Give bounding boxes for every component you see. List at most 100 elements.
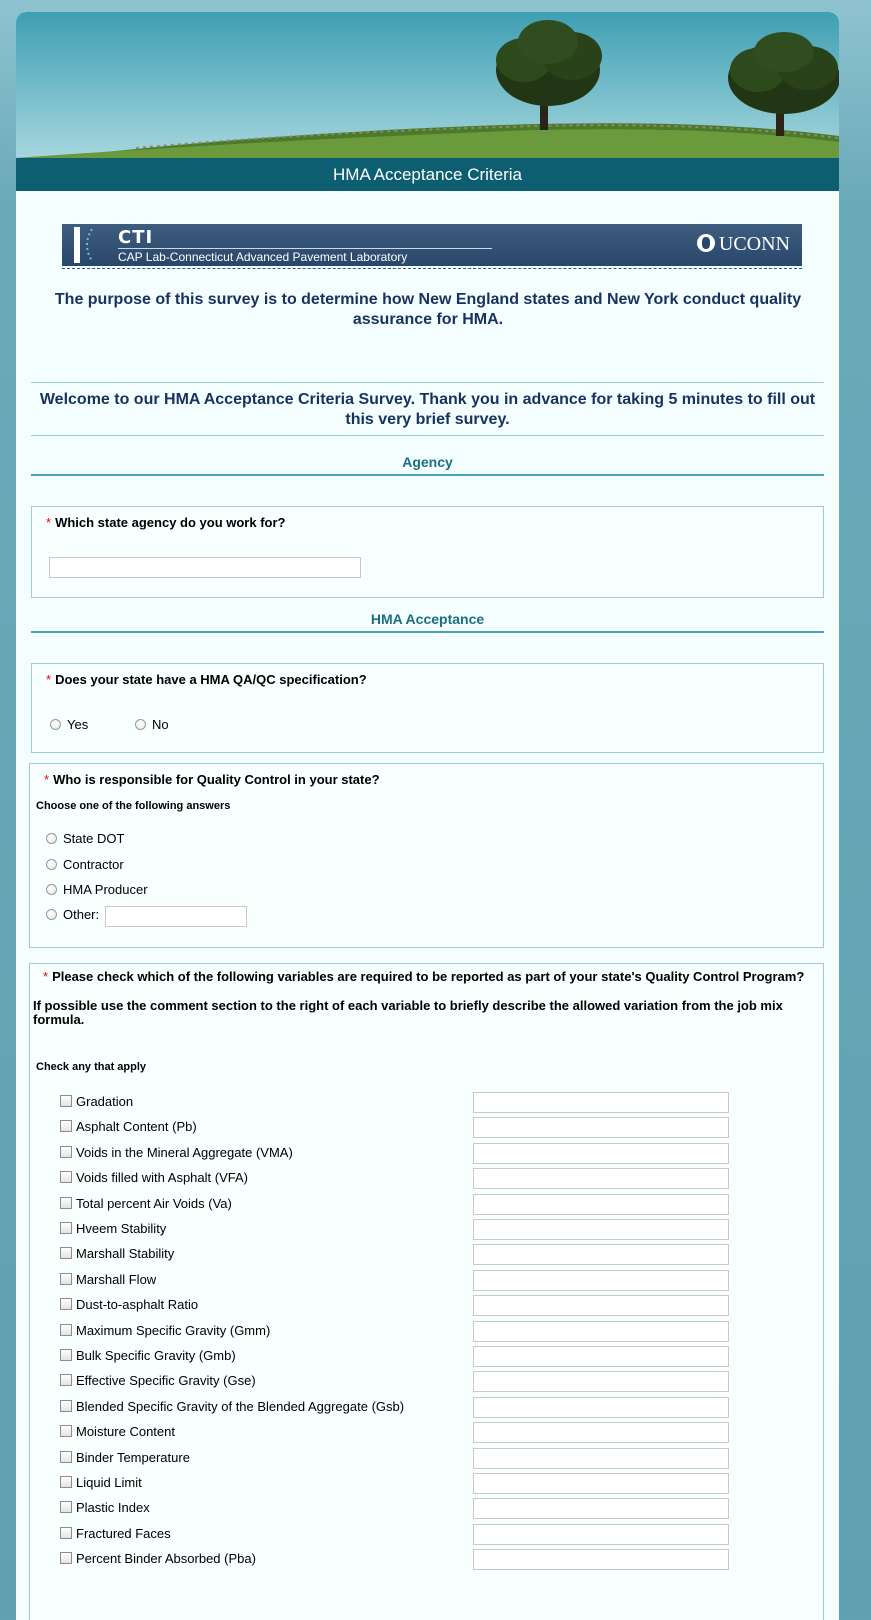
checkbox-icon[interactable] bbox=[60, 1526, 72, 1539]
checkbox-icon[interactable] bbox=[60, 1425, 72, 1438]
variable-comment-input[interactable] bbox=[473, 1142, 729, 1164]
checkbox-icon[interactable] bbox=[60, 1095, 72, 1107]
question-qc-variables-label: * Please check which of the following var… bbox=[30, 964, 823, 984]
variable-comment-input[interactable] bbox=[473, 1346, 729, 1367]
radio-icon[interactable] bbox=[46, 859, 57, 870]
variable-label: Binder Temperature bbox=[76, 1449, 190, 1465]
variable-comment-input[interactable] bbox=[473, 1447, 729, 1469]
variable-comment-input[interactable] bbox=[473, 1523, 729, 1545]
checkbox-icon[interactable] bbox=[60, 1145, 72, 1158]
checkbox-icon[interactable] bbox=[60, 1450, 72, 1463]
required-marker: * bbox=[44, 772, 50, 787]
variable-label: Gradation bbox=[76, 1094, 134, 1109]
radio-icon[interactable] bbox=[46, 884, 57, 895]
checkbox-icon[interactable] bbox=[60, 1399, 72, 1412]
uconn-text: UCONN bbox=[718, 233, 790, 255]
variable-label: Dust-to-asphalt Ratio bbox=[76, 1297, 199, 1313]
other-input[interactable] bbox=[105, 906, 247, 927]
variable-label: Plastic Index bbox=[76, 1500, 150, 1516]
option-label: No bbox=[152, 717, 169, 732]
check-hint: Check any that apply bbox=[36, 1061, 147, 1073]
radio-icon[interactable] bbox=[46, 833, 57, 844]
option-yes[interactable]: Yes bbox=[50, 717, 88, 732]
variable-label: Percent Binder Absorbed (Pba) bbox=[76, 1551, 256, 1567]
variable-label: Moisture Content bbox=[76, 1424, 175, 1440]
variable-label: Maximum Specific Gravity (Gmm) bbox=[76, 1322, 271, 1338]
option-contractor[interactable]: Contractor bbox=[46, 857, 124, 872]
variable-label: Liquid Limit bbox=[76, 1475, 142, 1490]
checkbox-icon[interactable] bbox=[60, 1349, 72, 1361]
checkbox-icon[interactable] bbox=[60, 1272, 72, 1285]
question-quality-control: * Who is responsible for Quality Control … bbox=[29, 763, 824, 948]
uconn-logo: UCONN bbox=[696, 233, 790, 256]
logo-divider bbox=[62, 268, 802, 269]
option-other[interactable]: Other: bbox=[46, 907, 99, 922]
variable-comment-input[interactable] bbox=[473, 1092, 729, 1113]
variable-label: Effective Specific Gravity (Gse) bbox=[76, 1373, 256, 1389]
checkbox-icon[interactable] bbox=[60, 1120, 72, 1133]
variable-comment-input[interactable] bbox=[473, 1371, 729, 1393]
variable-comment-input[interactable] bbox=[473, 1219, 729, 1240]
checkbox-icon[interactable] bbox=[60, 1298, 72, 1311]
checkbox-icon[interactable] bbox=[60, 1476, 72, 1488]
variable-comment-input[interactable] bbox=[473, 1473, 729, 1494]
variable-row: Marshall Stability bbox=[60, 1244, 760, 1266]
option-label: Other: bbox=[63, 907, 100, 922]
variable-comment-input[interactable] bbox=[473, 1269, 729, 1291]
checkbox-icon[interactable] bbox=[60, 1501, 72, 1514]
variable-row: Liquid Limit bbox=[60, 1473, 760, 1495]
checkbox-icon[interactable] bbox=[60, 1247, 72, 1260]
variable-row: Asphalt Content (Pb) bbox=[60, 1117, 760, 1139]
option-label: State DOT bbox=[63, 831, 125, 846]
cti-logo-text: CTI bbox=[118, 227, 154, 248]
variable-comment-input[interactable] bbox=[473, 1244, 729, 1266]
radio-icon[interactable] bbox=[46, 909, 57, 920]
question-text: Does your state have a HMA QA/QC specifi… bbox=[55, 672, 367, 687]
variable-label: Voids filled with Asphalt (VFA) bbox=[76, 1170, 248, 1186]
variable-label: Hveem Stability bbox=[76, 1221, 167, 1236]
checkbox-icon[interactable] bbox=[60, 1552, 72, 1565]
cti-uconn-logo: CTI CAP Lab-Connecticut Advanced Pavemen… bbox=[62, 224, 802, 266]
variable-comment-input[interactable] bbox=[473, 1422, 729, 1444]
checkbox-icon[interactable] bbox=[60, 1171, 72, 1184]
required-marker: * bbox=[43, 969, 49, 984]
variable-label: Asphalt Content (Pb) bbox=[76, 1119, 197, 1135]
required-marker: * bbox=[46, 672, 52, 687]
variable-label: Total percent Air Voids (Va) bbox=[76, 1195, 232, 1211]
checkbox-icon[interactable] bbox=[60, 1323, 72, 1336]
variable-comment-input[interactable] bbox=[473, 1295, 729, 1317]
question-text: Who is responsible for Quality Control i… bbox=[53, 772, 380, 787]
variable-comment-input[interactable] bbox=[473, 1396, 729, 1418]
welcome-message: Welcome to our HMA Acceptance Criteria S… bbox=[31, 382, 824, 436]
variable-row: Effective Specific Gravity (Gse) bbox=[60, 1371, 760, 1393]
question-agency: * Which state agency do you work for? bbox=[31, 506, 824, 598]
option-hma-producer[interactable]: HMA Producer bbox=[46, 882, 148, 897]
question-text: Which state agency do you work for? bbox=[55, 515, 286, 530]
variable-comment-input[interactable] bbox=[473, 1117, 729, 1139]
radio-icon[interactable] bbox=[50, 719, 61, 730]
question-agency-label: * Which state agency do you work for? bbox=[32, 507, 823, 530]
question-quality-control-label: * Who is responsible for Quality Control … bbox=[30, 764, 823, 787]
variable-row: Moisture Content bbox=[60, 1422, 760, 1444]
variable-row: Fractured Faces bbox=[60, 1523, 760, 1546]
variable-row: Voids filled with Asphalt (VFA) bbox=[60, 1168, 760, 1190]
variable-row: Marshall Flow bbox=[60, 1269, 760, 1292]
checkbox-icon[interactable] bbox=[60, 1222, 72, 1234]
radio-icon[interactable] bbox=[135, 719, 146, 730]
checkbox-icon[interactable] bbox=[60, 1374, 72, 1387]
agency-input[interactable] bbox=[49, 557, 361, 578]
variable-comment-input[interactable] bbox=[473, 1193, 729, 1215]
variable-label: Bulk Specific Gravity (Gmb) bbox=[76, 1348, 236, 1363]
option-state-dot[interactable]: State DOT bbox=[46, 831, 124, 846]
variable-row: Blended Specific Gravity of the Blended … bbox=[60, 1396, 760, 1419]
variable-comment-input[interactable] bbox=[473, 1320, 729, 1342]
option-no[interactable]: No bbox=[135, 717, 169, 732]
checkbox-icon[interactable] bbox=[60, 1196, 72, 1209]
option-label: Contractor bbox=[63, 857, 124, 872]
option-label: HMA Producer bbox=[63, 882, 148, 897]
variable-label: Voids in the Mineral Aggregate (VMA) bbox=[76, 1144, 293, 1160]
variable-comment-input[interactable] bbox=[473, 1168, 729, 1190]
option-label: Yes bbox=[67, 717, 89, 732]
variable-comment-input[interactable] bbox=[473, 1549, 729, 1571]
variable-comment-input[interactable] bbox=[473, 1498, 729, 1520]
